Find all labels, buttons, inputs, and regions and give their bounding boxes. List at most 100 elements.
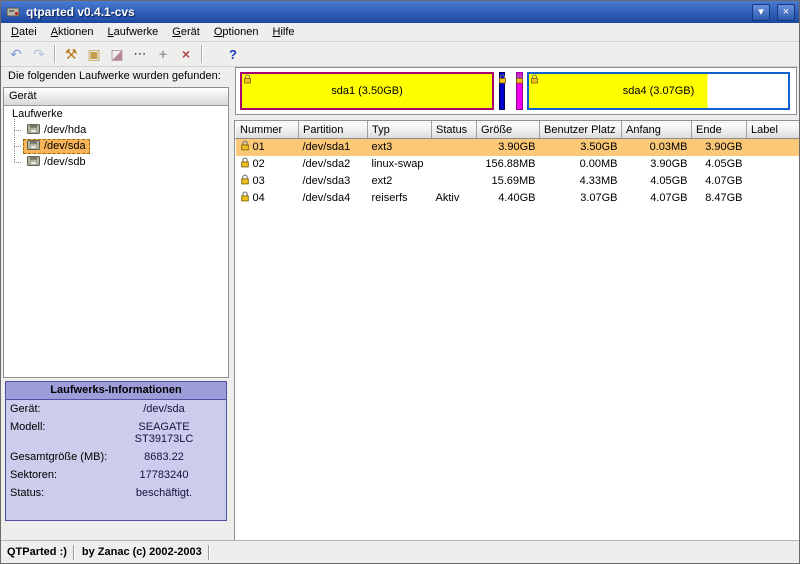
cell-groesse: 156.88MB (477, 156, 540, 173)
partition-table: Nummer Partition Typ Status Größe Benutz… (234, 120, 800, 541)
format-icon[interactable]: ◪ (106, 43, 128, 65)
cell-anfang: 0.03MB (622, 139, 692, 156)
partition-segment-label: sda1 (3.50GB) (331, 85, 403, 97)
drive-info-body: Gerät: /dev/sda Modell: SEAGATE ST39173L… (6, 400, 226, 502)
info-row-sektoren: Sektoren: 17783240 (10, 469, 222, 481)
tree-item-label: /dev/sdb (44, 156, 86, 168)
partition-map: sda1 (3.50GB) sda4 (3.07GB) (235, 67, 797, 115)
menu-geraet[interactable]: Gerät (166, 25, 206, 39)
toolbar-separator (54, 45, 56, 63)
minimize-button[interactable]: ▾ (752, 4, 770, 21)
titlebar: qtparted v0.4.1-cvs ▾ × (1, 1, 799, 23)
statusbar-separator (73, 545, 74, 560)
col-groesse[interactable]: Größe (477, 122, 540, 139)
cell-label (747, 156, 800, 173)
info-value: beschäftigt. (108, 487, 220, 499)
toolbar: ↶ ↷ ⚒ ▣ ◪ ⋯ + × ? (1, 42, 799, 67)
qtparted-window: qtparted v0.4.1-cvs ▾ × Datei Aktionen L… (0, 0, 800, 564)
table-row-sda4[interactable]: 04 /dev/sda4 reiserfs Aktiv 4.40GB 3.07G… (236, 190, 800, 207)
device-tree: Gerät Laufwerke /dev/hda (3, 87, 229, 378)
redo-icon[interactable]: ↷ (28, 43, 50, 65)
cell-partition: /dev/sda3 (299, 173, 368, 190)
tree-line (14, 130, 21, 131)
cell-groesse: 15.69MB (477, 173, 540, 190)
cell-label (747, 173, 800, 190)
cell-nummer: 04 (253, 192, 265, 204)
cell-nummer: 03 (253, 175, 265, 187)
tree-item-dev-sda[interactable]: /dev/sda (4, 138, 228, 154)
cell-typ: ext3 (368, 139, 432, 156)
partition-lock-icon (240, 140, 250, 154)
statusbar: QTParted :) by Zanac (c) 2002-2003 (1, 540, 799, 563)
statusbar-app-text: QTParted :) (4, 546, 73, 558)
cell-groesse: 4.40GB (477, 190, 540, 207)
tree-children: /dev/hda /dev/sda (4, 122, 228, 170)
col-typ[interactable]: Typ (368, 122, 432, 139)
tree-line (14, 146, 21, 147)
info-value: 17783240 (108, 469, 220, 481)
cell-typ: linux-swap (368, 156, 432, 173)
cell-typ: ext2 (368, 173, 432, 190)
cell-typ: reiserfs (368, 190, 432, 207)
col-status[interactable]: Status (432, 122, 477, 139)
table-row-sda3[interactable]: 03 /dev/sda3 ext2 15.69MB 4.33MB 4.05GB … (236, 173, 800, 190)
info-row-gesamtgroesse: Gesamtgröße (MB): 8683.22 (10, 451, 222, 463)
partition-segment-sda4[interactable]: sda4 (3.07GB) (527, 72, 790, 110)
col-anfang[interactable]: Anfang (622, 122, 692, 139)
col-nummer[interactable]: Nummer (236, 122, 299, 139)
tree-item-dev-sdb[interactable]: /dev/sdb (4, 154, 228, 170)
info-value: 8683.22 (108, 451, 220, 463)
tree-root-laufwerke[interactable]: Laufwerke (4, 106, 228, 122)
cell-partition: /dev/sda4 (299, 190, 368, 207)
info-value: SEAGATE ST39173LC (108, 421, 220, 445)
cell-nummer: 02 (253, 158, 265, 170)
menu-optionen[interactable]: Optionen (208, 25, 265, 39)
tree-item-dev-hda[interactable]: /dev/hda (4, 122, 228, 138)
menu-hilfe[interactable]: Hilfe (266, 25, 300, 39)
info-label: Modell: (10, 421, 108, 433)
table-header-row: Nummer Partition Typ Status Größe Benutz… (236, 122, 800, 139)
cell-status (432, 156, 477, 173)
cell-ende: 4.07GB (692, 173, 747, 190)
found-devices-label: Die folgenden Laufwerke wurden gefunden: (8, 70, 230, 82)
table-row-sda1[interactable]: 01 /dev/sda1 ext3 3.90GB 3.50GB 0.03MB 3… (236, 139, 800, 156)
info-label: Gerät: (10, 403, 108, 415)
tree-item-label: /dev/sda (44, 140, 86, 152)
property-icon[interactable]: ⚒ (60, 43, 82, 65)
col-benutzer-platz[interactable]: Benutzer Platz (540, 122, 622, 139)
cell-ende: 8.47GB (692, 190, 747, 207)
table-row-sda2[interactable]: 02 /dev/sda2 linux-swap 156.88MB 0.00MB … (236, 156, 800, 173)
info-row-status: Status: beschäftigt. (10, 487, 222, 499)
create-icon[interactable]: ▣ (83, 43, 105, 65)
undo-icon[interactable]: ↶ (5, 43, 27, 65)
resize-icon[interactable]: ⋯ (129, 43, 151, 65)
col-partition[interactable]: Partition (299, 122, 368, 139)
cell-nummer: 01 (253, 141, 265, 153)
partition-segment-sda1[interactable]: sda1 (3.50GB) (240, 72, 494, 110)
partition-segment-label: sda4 (3.07GB) (623, 85, 695, 97)
cell-benutzer-platz: 3.50GB (540, 139, 622, 156)
app-icon[interactable] (5, 4, 21, 20)
info-label: Sektoren: (10, 469, 108, 481)
info-value: /dev/sda (108, 403, 220, 415)
lock-icon (515, 74, 524, 87)
menu-aktionen[interactable]: Aktionen (45, 25, 100, 39)
window-title: qtparted v0.4.1-cvs (26, 5, 745, 19)
info-label: Gesamtgröße (MB): (10, 451, 108, 463)
move-icon[interactable]: + (152, 43, 174, 65)
tree-line (14, 162, 21, 163)
col-label[interactable]: Label (747, 122, 800, 139)
col-ende[interactable]: Ende (692, 122, 747, 139)
statusbar-separator (208, 545, 209, 560)
menubar: Datei Aktionen Laufwerke Gerät Optionen … (1, 23, 799, 42)
drive-info-panel: Laufwerks-Informationen Gerät: /dev/sda … (5, 381, 227, 521)
menu-datei[interactable]: Datei (5, 25, 43, 39)
cell-ende: 3.90GB (692, 139, 747, 156)
menu-laufwerke[interactable]: Laufwerke (102, 25, 165, 39)
close-button[interactable]: × (777, 4, 795, 21)
whats-this-icon[interactable]: ? (222, 43, 244, 65)
tree-root-label: Laufwerke (12, 108, 63, 120)
delete-icon[interactable]: × (175, 43, 197, 65)
device-tree-header[interactable]: Gerät (4, 88, 228, 106)
cell-label (747, 190, 800, 207)
